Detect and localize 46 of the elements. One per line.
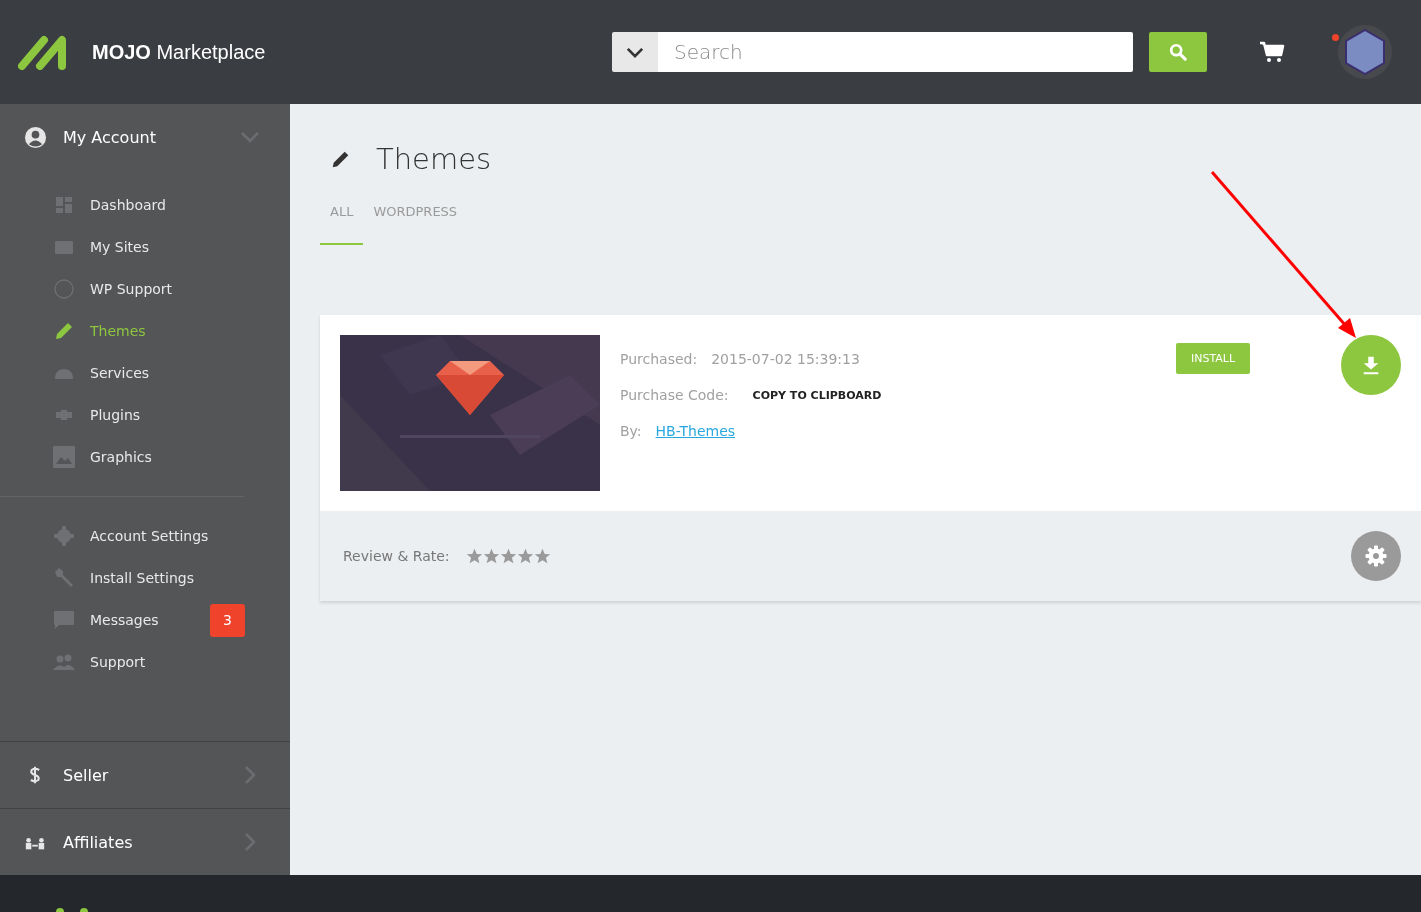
sidebar-item[interactable]: Plugins <box>52 394 290 436</box>
user-icon <box>24 125 47 149</box>
sidebar-item[interactable]: Themes <box>52 310 290 352</box>
settings-button[interactable] <box>1351 531 1401 581</box>
purchase-date: 2015-07-02 15:39:13 <box>711 351 860 367</box>
chat-icon <box>52 608 76 632</box>
search-button[interactable] <box>1149 32 1207 72</box>
chevron-right-icon <box>244 765 256 785</box>
sidebar-item[interactable]: Support <box>52 641 290 683</box>
author-label: By: <box>620 423 642 439</box>
purchased-label: Purchased: <box>620 351 698 367</box>
search-field[interactable]: Search <box>658 32 1133 72</box>
cart-icon[interactable] <box>1259 41 1285 63</box>
sidebar-item[interactable]: WP Support <box>52 268 290 310</box>
star-icon[interactable] <box>499 547 517 565</box>
sidebar-item[interactable]: Graphics <box>52 436 290 478</box>
star-icon[interactable] <box>482 547 500 565</box>
settings-icon <box>1364 544 1388 568</box>
account-label: My Account <box>63 127 157 147</box>
sidebar-item[interactable]: Messages 3 <box>52 599 290 641</box>
gear-icon <box>52 524 76 548</box>
download-button[interactable] <box>1341 335 1401 395</box>
sidebar-item[interactable]: Install Settings <box>52 557 290 599</box>
wp-circle-icon <box>52 277 76 301</box>
sidebar-item[interactable]: Account Settings <box>52 515 290 557</box>
image-icon <box>52 445 76 469</box>
count-badge: 3 <box>210 603 245 637</box>
chevron-right-icon <box>244 832 256 852</box>
search-icon <box>1169 43 1187 61</box>
brand-name[interactable]: MOJO Marketplace <box>92 40 266 64</box>
star-icon[interactable] <box>465 547 483 565</box>
star-icon[interactable] <box>516 547 534 565</box>
star-icon[interactable] <box>533 547 551 565</box>
purchase-code-label: Purchase Code: <box>620 387 729 403</box>
sidebar-item[interactable]: Services <box>52 352 290 394</box>
wrench-icon <box>52 566 76 590</box>
page-title: Themes <box>376 142 492 176</box>
account-menu-header[interactable]: My Account <box>0 104 290 170</box>
category-dropdown[interactable] <box>612 32 658 72</box>
review-label: Review & Rate: <box>343 548 450 564</box>
avatar[interactable] <box>1337 24 1393 80</box>
star-rating[interactable] <box>465 547 551 565</box>
copy-link[interactable]: COPY TO CLIPBOARD <box>752 387 882 402</box>
chevron-down-icon <box>626 46 644 58</box>
sidebar-item[interactable]: Dashboard <box>52 184 290 226</box>
sidebar-item[interactable]: My Sites <box>52 226 290 268</box>
